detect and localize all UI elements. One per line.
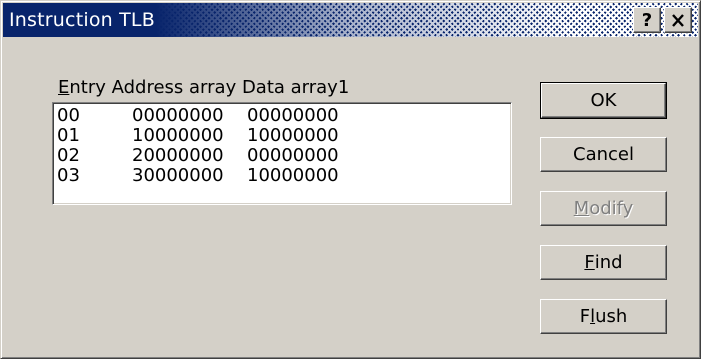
address-cell: 00000000 bbox=[132, 105, 224, 126]
modify-label: odify bbox=[589, 198, 634, 219]
cancel-label: Cancel bbox=[573, 144, 634, 165]
data-cell: 10000000 bbox=[247, 125, 339, 146]
find-label: ind bbox=[594, 252, 623, 273]
flush-label-start: F bbox=[579, 306, 591, 327]
address-cell: 30000000 bbox=[132, 165, 224, 186]
list-column-header: Entry Address array Data array1 bbox=[58, 77, 349, 99]
entry-cell: 02 bbox=[57, 145, 80, 166]
ok-button[interactable]: OK bbox=[540, 82, 667, 119]
entry-mnemonic: E bbox=[58, 77, 70, 98]
cancel-button[interactable]: Cancel bbox=[540, 137, 667, 172]
address-cell: 10000000 bbox=[132, 125, 224, 146]
find-button[interactable]: Find bbox=[540, 245, 667, 280]
close-button[interactable] bbox=[664, 7, 692, 33]
entry-cell: 00 bbox=[57, 105, 80, 126]
data-cell: 00000000 bbox=[247, 145, 339, 166]
entry-cell: 03 bbox=[57, 165, 80, 186]
tlb-entry-list[interactable]: 00 00000000 00000000 01 10000000 1000000… bbox=[52, 102, 512, 205]
find-mnemonic: F bbox=[584, 252, 595, 273]
help-icon: ? bbox=[641, 9, 653, 31]
list-header-text: ntry Address array Data array1 bbox=[69, 77, 350, 98]
address-cell: 20000000 bbox=[132, 145, 224, 166]
help-button[interactable]: ? bbox=[633, 7, 661, 33]
title-bar[interactable]: Instruction TLB ? bbox=[3, 3, 698, 37]
modify-mnemonic: M bbox=[573, 198, 590, 219]
flush-label-end: ush bbox=[595, 306, 628, 327]
ok-label: OK bbox=[590, 90, 617, 111]
data-cell: 10000000 bbox=[247, 165, 339, 186]
entry-cell: 01 bbox=[57, 125, 80, 146]
close-icon bbox=[672, 13, 684, 27]
instruction-tlb-dialog: Instruction TLB ? Entry Address array Da… bbox=[0, 0, 701, 359]
window-title: Instruction TLB bbox=[9, 9, 155, 31]
data-cell: 00000000 bbox=[247, 105, 339, 126]
flush-button[interactable]: Fl ush bbox=[540, 299, 667, 334]
modify-button[interactable]: Modify bbox=[540, 191, 667, 226]
